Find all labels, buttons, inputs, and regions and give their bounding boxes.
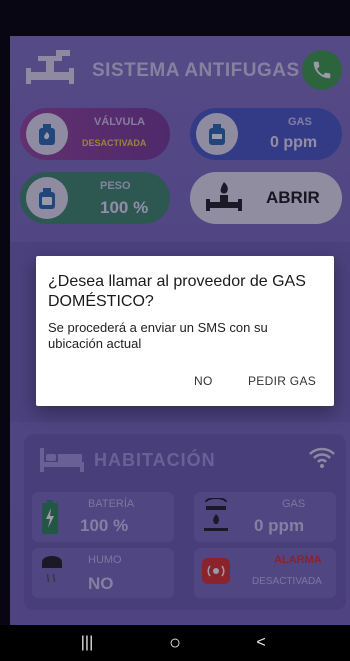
phone-screen: SISTEMA ANTIFUGAS VÁLVULA DESACTIVADA GA… — [0, 0, 350, 661]
home-button[interactable]: ○ — [160, 631, 190, 655]
dialog-message: Se procederá a enviar un SMS con su ubic… — [48, 320, 268, 351]
order-gas-button[interactable]: PEDIR GAS — [248, 374, 316, 388]
system-nav-bar: ||| ○ < — [0, 625, 350, 661]
order-gas-dialog: ¿Desea llamar al proveedor de GAS DOMÉST… — [36, 256, 334, 406]
no-button[interactable]: NO — [194, 374, 213, 388]
back-button[interactable]: < — [246, 631, 276, 655]
recents-button[interactable]: ||| — [72, 631, 102, 655]
dialog-title: ¿Desea llamar al proveedor de GAS DOMÉST… — [48, 273, 306, 310]
